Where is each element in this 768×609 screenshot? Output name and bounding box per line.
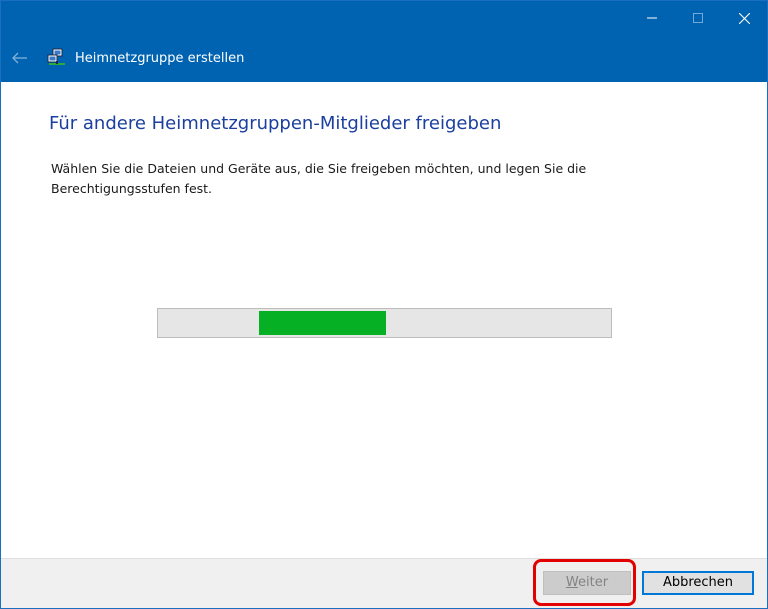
close-button[interactable] [721, 1, 767, 35]
homegroup-wizard-window: Heimnetzgruppe erstellen Für andere Heim… [0, 0, 768, 609]
next-button-mnemonic: W [565, 575, 579, 590]
minimize-button[interactable] [629, 1, 675, 35]
maximize-icon [693, 13, 703, 23]
back-arrow-icon [12, 52, 27, 64]
page-heading: Für andere Heimnetzgruppen-Mitglieder fr… [49, 113, 502, 134]
close-icon [738, 12, 750, 24]
maximize-button[interactable] [675, 1, 721, 35]
wizard-content: Für andere Heimnetzgruppen-Mitglieder fr… [1, 82, 767, 558]
page-description: Wählen Sie die Dateien und Geräte aus, d… [51, 161, 587, 196]
progress-bar-fill [259, 311, 386, 335]
next-button-label: eiter [578, 575, 609, 590]
window-title: Heimnetzgruppe erstellen [75, 51, 245, 66]
progress-bar [157, 308, 612, 338]
back-button[interactable] [9, 49, 31, 67]
minimize-icon [647, 17, 657, 19]
title-bar: Heimnetzgruppe erstellen [1, 1, 767, 82]
window-controls [629, 1, 767, 35]
wizard-footer: Weiter Abbrechen [1, 558, 767, 608]
next-button[interactable]: Weiter [543, 571, 631, 595]
homegroup-network-icon [47, 48, 65, 65]
cancel-button[interactable]: Abbrechen [642, 571, 754, 595]
